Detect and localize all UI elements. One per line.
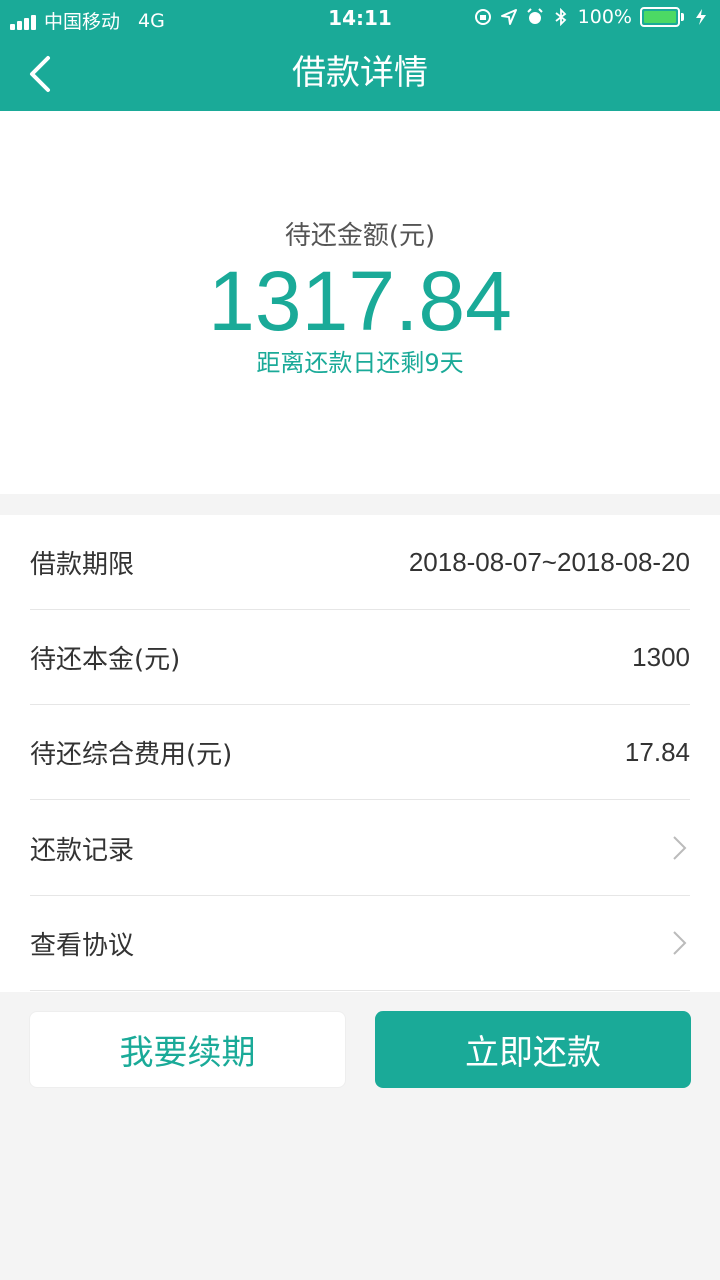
row-label: 待还综合费用(元) — [30, 739, 233, 770]
repay-now-button[interactable]: 立即还款 — [375, 1011, 691, 1088]
row-label: 还款记录 — [30, 835, 135, 866]
row-label: 查看协议 — [30, 930, 135, 961]
row-value: 1300 — [632, 641, 690, 672]
loan-details-list: 借款期限 2018-08-07~2018-08-20 待还本金(元) 1300 … — [0, 515, 720, 992]
chevron-right-icon — [673, 931, 687, 955]
row-value: 17.84 — [624, 736, 690, 767]
row-label: 借款期限 — [30, 549, 135, 580]
repayment-summary: 待还金额(元) 1317.84 距离还款日还剩9天 — [0, 111, 720, 494]
orientation-lock-icon — [474, 9, 491, 25]
chevron-right-icon — [673, 836, 687, 860]
page-title: 借款详情 — [292, 53, 428, 93]
days-remaining-note: 距离还款日还剩9天 — [256, 349, 464, 377]
alarm-icon — [526, 8, 543, 24]
charging-icon — [696, 9, 706, 25]
renew-button[interactable]: 我要续期 — [29, 1011, 346, 1088]
status-right: 100% — [474, 6, 710, 28]
header-bar: 中国移动 4G 14:11 100% 借款详情 — [0, 0, 720, 111]
location-icon — [500, 9, 517, 25]
battery-icon — [640, 7, 684, 27]
repayment-records-row[interactable]: 还款记录 — [30, 801, 690, 896]
bluetooth-icon — [555, 8, 567, 26]
view-agreement-row[interactable]: 查看协议 — [30, 896, 690, 991]
amount-due-label: 待还金额(元) — [284, 221, 436, 251]
battery-percent: 100% — [577, 6, 632, 28]
loan-term-row: 借款期限 2018-08-07~2018-08-20 — [30, 515, 690, 610]
amount-due-value: 1317.84 — [208, 254, 512, 348]
row-label: 待还本金(元) — [30, 644, 181, 675]
fees-due-row: 待还综合费用(元) 17.84 — [30, 705, 690, 800]
principal-due-row: 待还本金(元) 1300 — [30, 610, 690, 705]
row-value: 2018-08-07~2018-08-20 — [408, 546, 690, 577]
status-bar: 中国移动 4G 14:11 100% — [0, 0, 720, 36]
nav-bar: 借款详情 — [0, 36, 720, 111]
